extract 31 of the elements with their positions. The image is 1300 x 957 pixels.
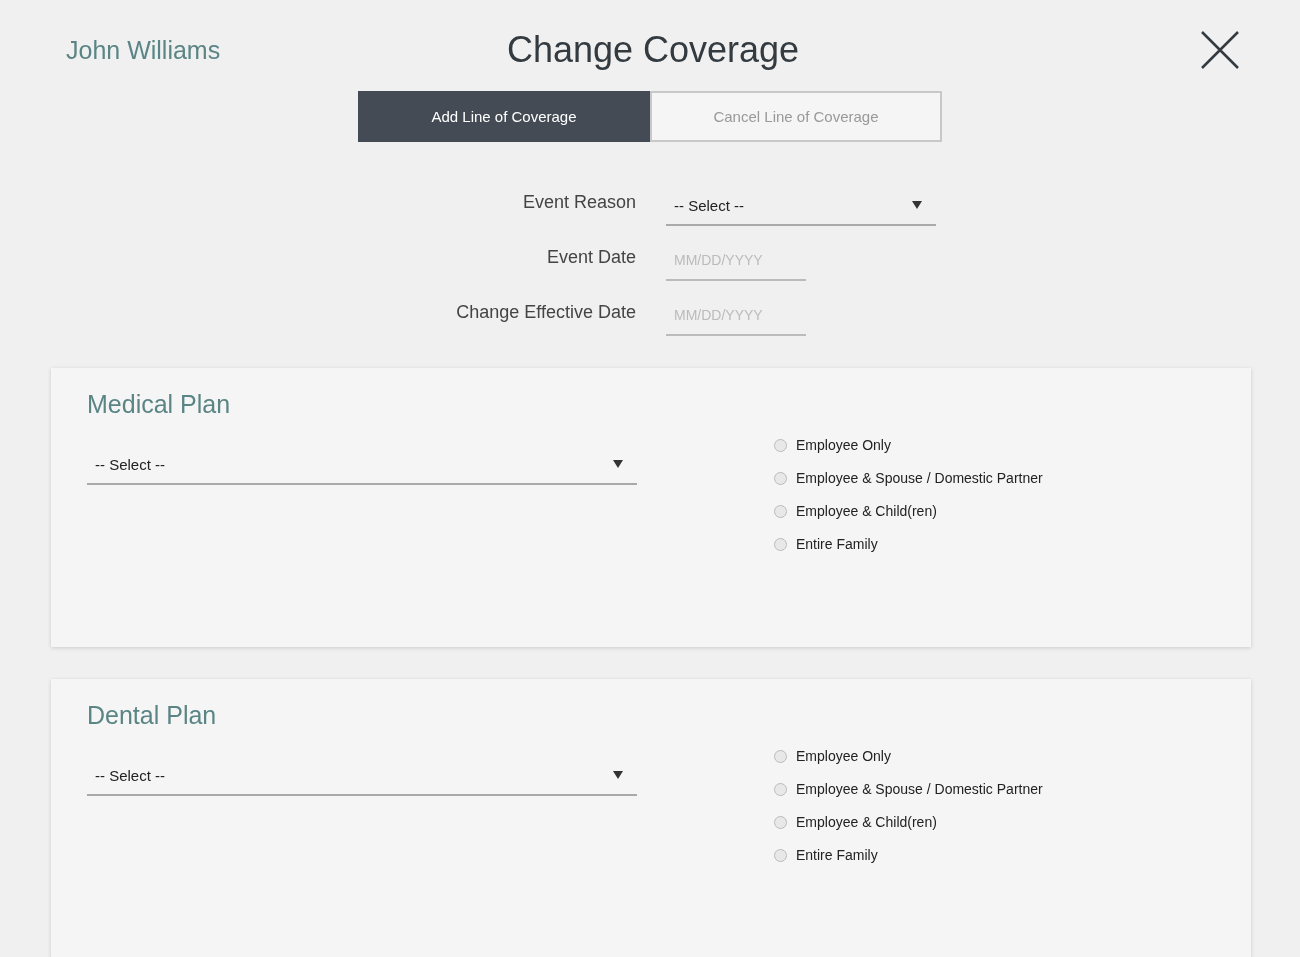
plan-title: Medical Plan <box>87 390 232 419</box>
caret-icon <box>613 460 623 468</box>
option-label: Entire Family <box>796 847 878 863</box>
radio-button[interactable] <box>774 537 787 551</box>
page-title: Change Coverage <box>506 29 800 71</box>
close-icon <box>1200 30 1240 70</box>
field-label: Event Date <box>545 246 636 269</box>
radio-button[interactable] <box>774 815 787 829</box>
tab[interactable]: Add Line of Coverage <box>358 91 650 142</box>
select-field[interactable]: -- Select -- <box>666 186 936 226</box>
plan-select[interactable]: -- Select -- <box>87 756 637 796</box>
option-label: Entire Family <box>796 536 878 552</box>
radio-button[interactable] <box>774 782 787 796</box>
option-label: Employee & Spouse / Domestic Partner <box>796 470 1043 486</box>
plan-select[interactable]: -- Select -- <box>87 445 637 485</box>
radio-button[interactable] <box>774 848 787 862</box>
option-label: Employee & Child(ren) <box>796 503 937 519</box>
caret-icon <box>912 201 922 209</box>
caret-icon <box>613 771 623 779</box>
option-label: Employee & Child(ren) <box>796 814 937 830</box>
field-label: Change Effective Date <box>455 301 636 324</box>
radio-button[interactable] <box>774 749 787 763</box>
user-name: John Williams <box>66 35 222 65</box>
option-label: Employee & Spouse / Domestic Partner <box>796 781 1043 797</box>
radio-button[interactable] <box>774 504 787 518</box>
option-label: Employee Only <box>796 437 891 453</box>
radio-button[interactable] <box>774 438 787 452</box>
field-label: Event Reason <box>521 191 636 214</box>
option-label: Employee Only <box>796 748 891 764</box>
radio-button[interactable] <box>774 471 787 485</box>
plan-title: Dental Plan <box>87 701 218 730</box>
